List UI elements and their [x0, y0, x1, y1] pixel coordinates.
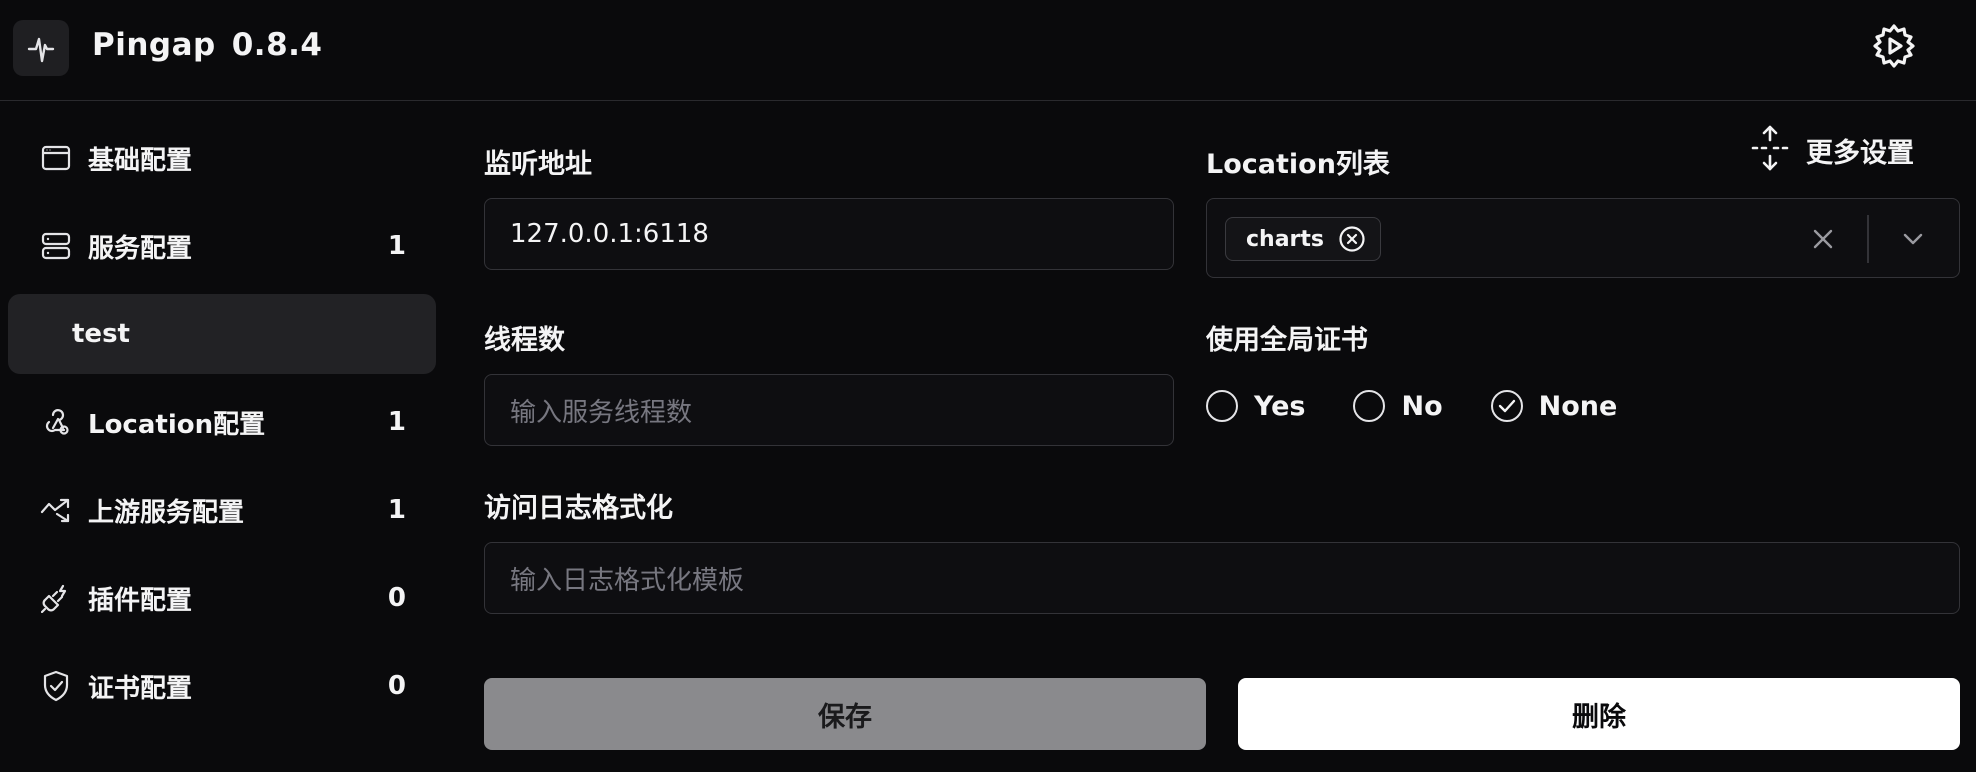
more-settings-button[interactable]: 更多设置 — [1750, 124, 1914, 176]
sidebar-item-server-test[interactable]: test — [8, 294, 436, 374]
plug-icon — [40, 582, 72, 614]
locations-label: Location列表 — [1206, 149, 1390, 180]
threads-input[interactable]: 输入服务线程数 — [484, 374, 1174, 446]
browser-window-icon — [40, 142, 72, 174]
webhook-icon — [40, 406, 72, 438]
radio-none[interactable]: None — [1490, 390, 1618, 422]
app-header: Pingap 0.8.4 — [0, 0, 1976, 101]
sidebar-item-upstream-config[interactable]: 上游服务配置 1 — [8, 470, 436, 550]
sidebar-item-label: 证书配置 — [88, 673, 193, 704]
listen-address-label: 监听地址 — [484, 149, 592, 180]
app-version: 0.8.4 — [231, 27, 323, 63]
sidebar-item-count: 0 — [387, 671, 406, 701]
gear-svg — [1873, 24, 1915, 68]
sidebar-item-location-config[interactable]: Location配置 1 — [8, 382, 436, 462]
shield-check-icon — [40, 670, 72, 702]
radio-label: None — [1538, 390, 1618, 422]
logo-svg — [27, 37, 55, 63]
location-tag: charts — [1225, 217, 1382, 261]
radio-no[interactable]: No — [1353, 390, 1443, 422]
sidebar-item-label: 上游服务配置 — [88, 497, 245, 528]
app-name: Pingap — [92, 27, 216, 63]
checked-radio-icon — [1490, 390, 1523, 422]
sidebar: 基础配置 服务配置 1 test Location配置 1 上游服务配置 1 插… — [0, 102, 450, 772]
sidebar-item-count: 0 — [387, 583, 406, 613]
sidebar-item-label: 插件配置 — [88, 585, 193, 616]
activity-pulse-icon[interactable] — [13, 20, 69, 76]
app-title: Pingap 0.8.4 — [92, 22, 322, 68]
sidebar-item-label: Location配置 — [88, 409, 266, 440]
gear-icon[interactable] — [1868, 20, 1920, 72]
remove-tag-icon[interactable] — [1338, 225, 1366, 253]
radio-circle — [1206, 390, 1238, 422]
select-divider — [1867, 215, 1869, 263]
expand-arrows-icon — [1750, 125, 1790, 175]
sidebar-item-label: 基础配置 — [88, 145, 193, 176]
radio-yes[interactable]: Yes — [1206, 390, 1305, 422]
sidebar-item-count: 1 — [387, 495, 406, 525]
sidebar-item-basic-config[interactable]: 基础配置 — [8, 118, 436, 198]
locations-select[interactable]: charts — [1206, 198, 1960, 278]
server-icon — [40, 230, 72, 262]
sidebar-item-cert-config[interactable]: 证书配置 0 — [8, 646, 436, 726]
access-log-input[interactable]: 输入日志格式化模板 — [484, 542, 1960, 614]
radio-label: Yes — [1254, 390, 1306, 422]
trending-arrow-icon — [40, 494, 72, 526]
threads-label: 线程数 — [484, 325, 565, 356]
sidebar-item-label: 服务配置 — [88, 233, 193, 264]
sidebar-item-count: 1 — [387, 407, 406, 437]
save-button[interactable]: 保存 — [484, 678, 1206, 750]
global-cert-label: 使用全局证书 — [1206, 325, 1368, 356]
sidebar-item-count: 1 — [387, 231, 406, 261]
access-log-label: 访问日志格式化 — [484, 493, 673, 524]
radio-label: No — [1401, 390, 1443, 422]
location-tag-label: charts — [1246, 226, 1325, 252]
more-settings-label: 更多设置 — [1806, 137, 1914, 169]
sidebar-item-plugin-config[interactable]: 插件配置 0 — [8, 558, 436, 638]
clear-icon[interactable] — [1807, 223, 1839, 255]
global-cert-radio-group: Yes No None — [1206, 386, 1665, 426]
radio-circle — [1353, 390, 1386, 422]
listen-address-input[interactable]: 127.0.0.1:6118 — [484, 198, 1174, 270]
delete-button[interactable]: 删除 — [1238, 678, 1960, 750]
sidebar-item-label: test — [72, 319, 130, 349]
chevron-down-icon[interactable] — [1897, 223, 1929, 255]
sidebar-item-server-config[interactable]: 服务配置 1 — [8, 206, 436, 286]
